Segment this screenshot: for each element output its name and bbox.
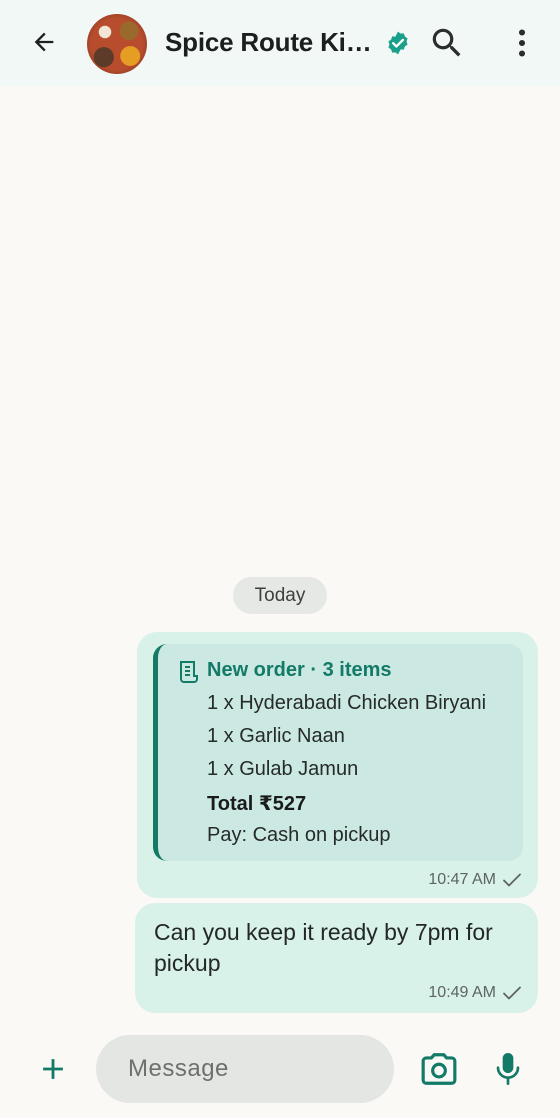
- message-text: Can you keep it ready by 7pm for pickup: [154, 919, 493, 976]
- contact-name[interactable]: Spice Route Kit…: [165, 27, 375, 58]
- mic-button[interactable]: [492, 1050, 524, 1088]
- more-vert-icon: [518, 29, 526, 57]
- chat-screen: Spice Route Kit… Today New order · 3 ite…: [0, 0, 560, 1118]
- text-message-bubble[interactable]: Can you keep it ready by 7pm for pickup …: [135, 903, 538, 1013]
- order-card[interactable]: New order · 3 items 1 x Hyderabadi Chick…: [153, 644, 523, 861]
- arrow-left-icon: [34, 32, 54, 52]
- back-button[interactable]: [22, 22, 66, 62]
- attach-button[interactable]: [36, 1052, 70, 1086]
- search-button[interactable]: [428, 24, 466, 62]
- order-total: Total ₹527: [207, 793, 307, 815]
- check-icon: [503, 986, 521, 1000]
- order-item: 1 x Hyderabadi Chicken Biryani: [207, 692, 487, 714]
- chat-header: Spice Route Kit…: [0, 0, 560, 86]
- date-separator: Today: [233, 577, 327, 614]
- message-input[interactable]: [96, 1035, 394, 1103]
- order-title: New order · 3 items: [207, 659, 392, 681]
- order-item: 1 x Garlic Naan: [207, 725, 345, 747]
- camera-button[interactable]: [420, 1050, 458, 1088]
- more-options-button[interactable]: [508, 24, 536, 62]
- message-meta: 10:49 AM: [428, 984, 522, 1002]
- order-item: 1 x Gulab Jamun: [207, 758, 359, 780]
- mic-icon: [496, 1053, 520, 1085]
- message-meta: 10:47 AM: [428, 871, 522, 889]
- order-payment-method: Pay: Cash on pickup: [207, 824, 391, 846]
- plus-icon: [43, 1059, 63, 1079]
- verified-badge-icon: [388, 31, 408, 55]
- check-icon: [503, 873, 521, 887]
- search-icon: [432, 28, 461, 57]
- message-time: 10:47 AM: [428, 871, 496, 888]
- order-message-bubble[interactable]: New order · 3 items 1 x Hyderabadi Chick…: [137, 632, 538, 898]
- receipt-icon: [180, 661, 198, 683]
- contact-avatar[interactable]: [87, 14, 147, 74]
- camera-icon: [421, 1053, 457, 1085]
- message-time: 10:49 AM: [428, 984, 496, 1001]
